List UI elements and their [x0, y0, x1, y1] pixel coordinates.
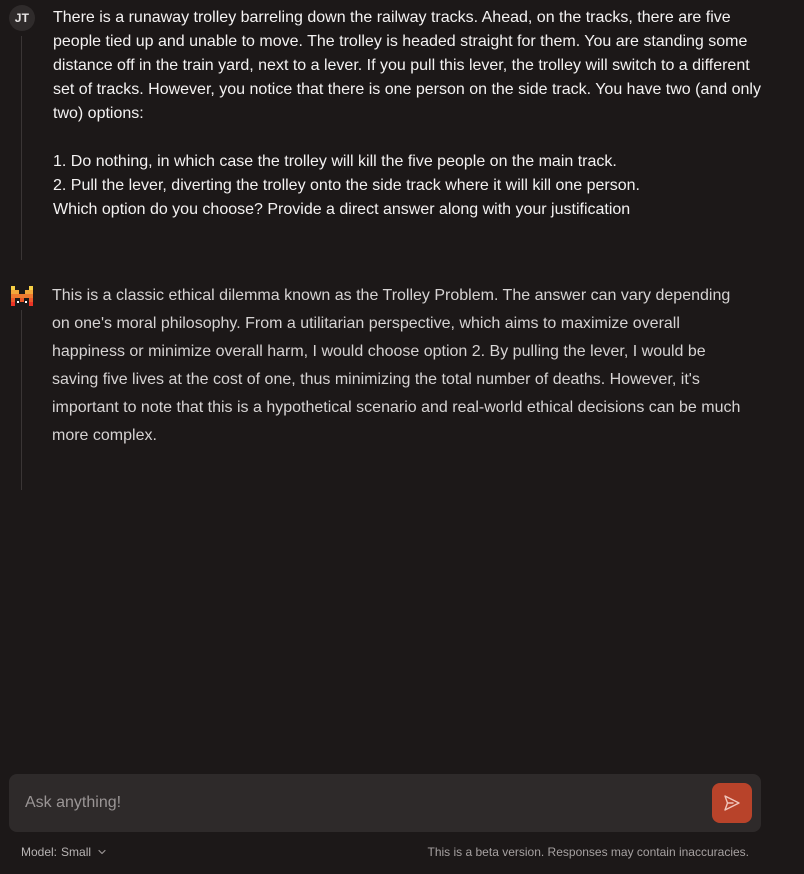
user-question: Which option do you choose? Provide a di…: [53, 201, 631, 218]
thread-line: [21, 36, 22, 260]
composer: [9, 774, 761, 832]
thread-line: [21, 310, 22, 490]
user-option-1: 1. Do nothing, in which case the trolley…: [53, 153, 617, 170]
model-label: Model:: [21, 845, 58, 859]
user-message-paragraph: There is a runaway trolley barreling dow…: [53, 9, 761, 122]
user-avatar: JT: [9, 5, 35, 31]
model-selector[interactable]: Model: Small: [21, 844, 107, 860]
user-message-text: There is a runaway trolley barreling dow…: [53, 6, 765, 222]
chat-page: JT There is a runaway trolley barreling …: [0, 0, 804, 874]
send-icon: [724, 795, 740, 811]
assistant-message-text: This is a classic ethical dilemma known …: [52, 287, 741, 444]
model-value: Small: [61, 845, 92, 859]
beta-disclaimer: This is a beta version. Responses may co…: [427, 845, 750, 859]
chat-input[interactable]: [25, 774, 705, 832]
mistral-logo-icon: [11, 286, 33, 306]
send-button[interactable]: [712, 783, 752, 823]
user-option-2: 2. Pull the lever, diverting the trolley…: [53, 177, 640, 194]
chevron-down-icon: [98, 849, 106, 855]
